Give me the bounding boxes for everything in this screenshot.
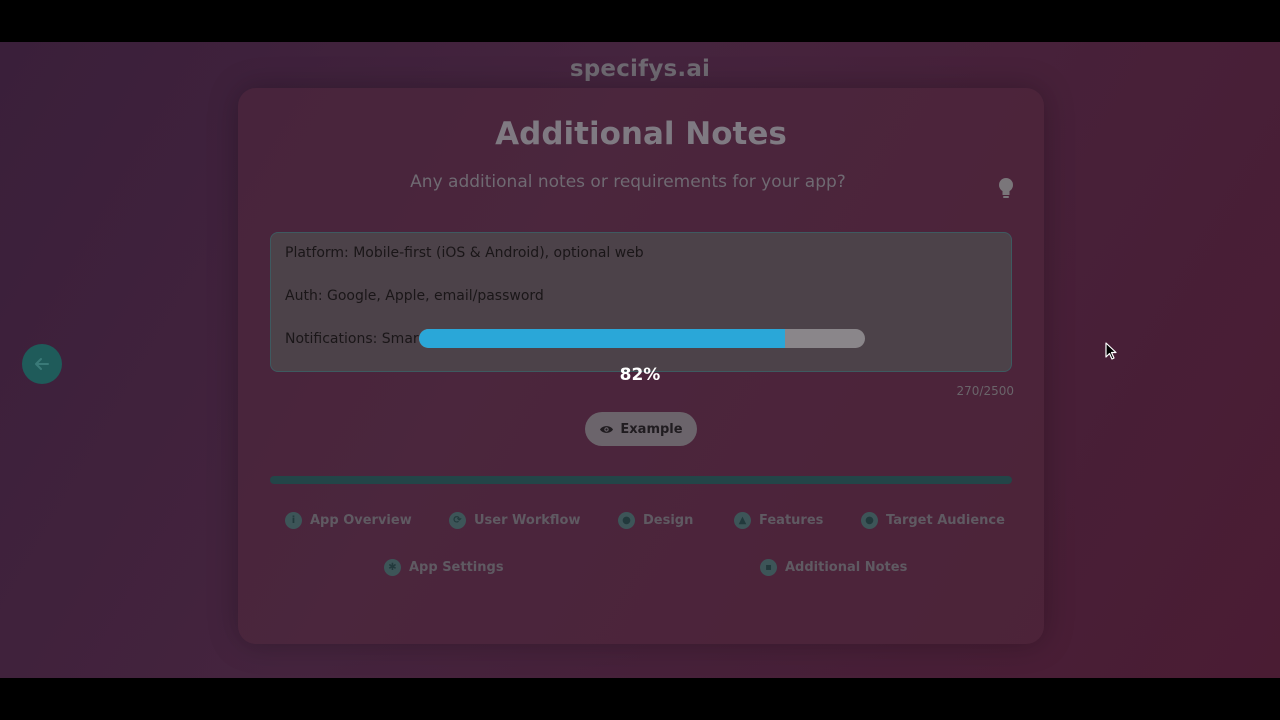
nav-item-app-settings[interactable]: ✱ App Settings (384, 559, 504, 576)
nav-item-label: App Settings (409, 560, 504, 575)
progress-fill (419, 329, 785, 348)
file-icon: ▪ (760, 559, 777, 576)
nav-item-label: User Workflow (474, 513, 581, 528)
nav-item-target-audience[interactable]: ● Target Audience (861, 512, 1005, 529)
brand-logo[interactable]: specifys.ai (0, 56, 1280, 82)
nav-item-label: Design (643, 513, 694, 528)
gear-icon: ✱ (384, 559, 401, 576)
notes-line: Platform: Mobile-first (iOS & Android), … (285, 245, 644, 261)
nav-item-additional-notes[interactable]: ▪ Additional Notes (760, 559, 907, 576)
nav-item-user-workflow[interactable]: ⟳ User Workflow (449, 512, 581, 529)
info-icon: i (285, 512, 302, 529)
page-subtitle: Any additional notes or requirements for… (410, 172, 846, 192)
flask-icon: ▲ (734, 512, 751, 529)
progress-percent: 82% (619, 365, 661, 385)
sync-icon: ⟳ (449, 512, 466, 529)
step-progress-bar (270, 476, 1012, 484)
palette-icon: ● (618, 512, 635, 529)
arrow-left-icon (35, 358, 49, 370)
nav-item-features[interactable]: ▲ Features (734, 512, 823, 529)
nav-item-app-overview[interactable]: i App Overview (285, 512, 412, 529)
example-button[interactable]: Example (585, 412, 697, 446)
nav-item-label: Target Audience (886, 513, 1005, 528)
nav-item-label: App Overview (310, 513, 412, 528)
notes-textarea[interactable]: Platform: Mobile-first (iOS & Android), … (270, 232, 1012, 372)
notes-line: Auth: Google, Apple, email/password (285, 288, 544, 304)
example-button-label: Example (620, 421, 683, 437)
generation-progress-bar (419, 329, 865, 348)
eye-icon (600, 425, 614, 433)
back-button[interactable] (22, 344, 62, 384)
nav-item-label: Features (759, 513, 824, 528)
character-count: 270/2500 (956, 384, 1015, 398)
mouse-cursor-icon (1105, 342, 1117, 360)
page-title: Additional Notes (495, 116, 787, 152)
lightbulb-icon[interactable] (998, 178, 1014, 200)
app-viewport: specifys.ai Additional Notes Any additio… (0, 42, 1280, 678)
nav-item-design[interactable]: ● Design (618, 512, 693, 529)
users-icon: ● (861, 512, 878, 529)
nav-item-label: Additional Notes (785, 560, 908, 575)
